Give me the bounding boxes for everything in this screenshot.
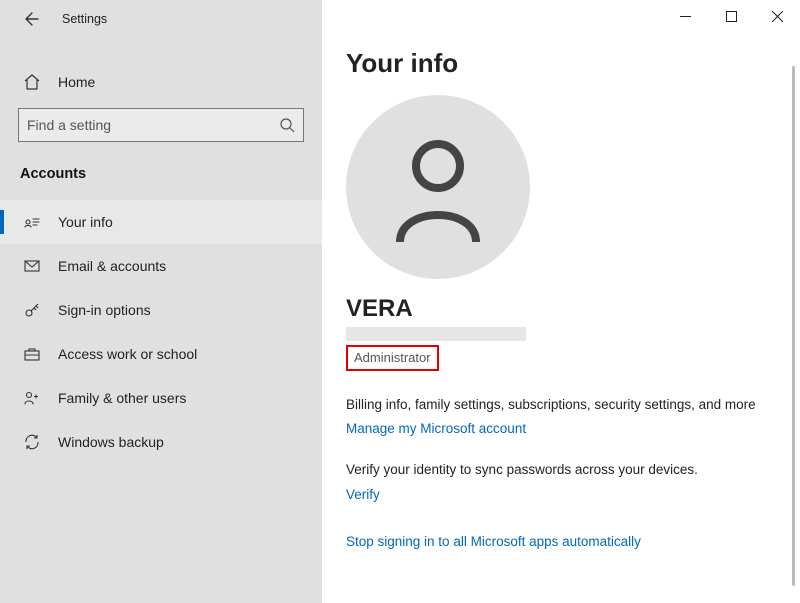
sidebar-item-signin-options[interactable]: Sign-in options: [0, 288, 322, 332]
maximize-icon: [726, 11, 737, 22]
scrollbar-thumb[interactable]: [792, 66, 795, 586]
minimize-icon: [680, 11, 691, 22]
page-title: Your info: [346, 48, 776, 79]
stop-signing-link[interactable]: Stop signing in to all Microsoft apps au…: [346, 534, 641, 549]
titlebar-left: Settings: [0, 0, 322, 38]
person-card-icon: [22, 212, 42, 232]
role-highlight-box: Administrator: [346, 345, 439, 371]
briefcase-icon: [22, 344, 42, 364]
mail-icon: [22, 256, 42, 276]
sidebar-item-your-info[interactable]: Your info: [0, 200, 322, 244]
user-name: VERA: [346, 295, 776, 323]
sidebar-item-label: Email & accounts: [58, 258, 166, 274]
sidebar-section-header: Accounts: [0, 156, 322, 200]
window-title: Settings: [62, 12, 107, 26]
avatar: [346, 95, 530, 279]
main-pane: Your info VERA Administrator Billing inf…: [322, 0, 800, 603]
sidebar-item-email-accounts[interactable]: Email & accounts: [0, 244, 322, 288]
sidebar-item-label: Your info: [58, 214, 113, 230]
home-icon: [22, 72, 42, 92]
sidebar-item-access-work-school[interactable]: Access work or school: [0, 332, 322, 376]
sidebar: Settings Home Accounts Your info Email &…: [0, 0, 322, 603]
search-input[interactable]: [27, 117, 279, 133]
sync-icon: [22, 432, 42, 452]
sidebar-item-label: Access work or school: [58, 346, 197, 362]
user-email-redacted: [346, 327, 526, 341]
maximize-button[interactable]: [708, 0, 754, 32]
search-box[interactable]: [18, 108, 304, 142]
nav-home-label: Home: [58, 74, 95, 90]
search-icon: [279, 117, 295, 133]
sidebar-item-label: Windows backup: [58, 434, 164, 450]
back-button[interactable]: [18, 5, 46, 33]
sidebar-item-windows-backup[interactable]: Windows backup: [0, 420, 322, 464]
nav-home[interactable]: Home: [0, 62, 322, 102]
back-arrow-icon: [24, 11, 40, 27]
verify-block: Verify your identity to sync passwords a…: [346, 460, 776, 503]
window-controls: [662, 0, 800, 32]
billing-text: Billing info, family settings, subscript…: [346, 395, 776, 415]
sidebar-item-family-users[interactable]: Family & other users: [0, 376, 322, 420]
scrollbar[interactable]: [790, 66, 798, 594]
main-content: Your info VERA Administrator Billing inf…: [322, 0, 800, 603]
person-icon: [388, 132, 488, 242]
key-icon: [22, 300, 42, 320]
sidebar-item-label: Family & other users: [58, 390, 186, 406]
minimize-button[interactable]: [662, 0, 708, 32]
close-button[interactable]: [754, 0, 800, 32]
verify-text: Verify your identity to sync passwords a…: [346, 460, 776, 480]
close-icon: [772, 11, 783, 22]
sidebar-item-label: Sign-in options: [58, 302, 151, 318]
billing-block: Billing info, family settings, subscript…: [346, 395, 776, 438]
family-icon: [22, 388, 42, 408]
verify-link[interactable]: Verify: [346, 487, 380, 502]
manage-account-link[interactable]: Manage my Microsoft account: [346, 421, 526, 436]
user-role: Administrator: [354, 350, 431, 365]
